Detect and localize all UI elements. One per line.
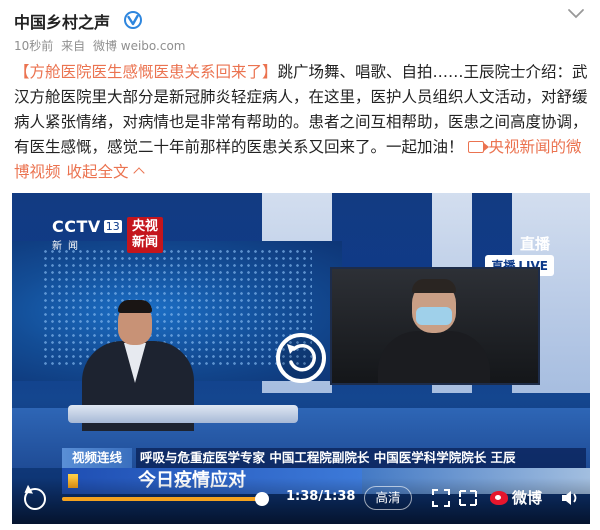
user-name[interactable]: 中国乡村之声 [14, 9, 110, 33]
expert-figure [378, 331, 490, 383]
expert-hair [412, 279, 456, 293]
video-link-tag: 视频连线 [62, 448, 132, 468]
weibo-logo-icon [490, 491, 508, 505]
chevron-up-icon [132, 167, 145, 179]
replay-small-button[interactable] [24, 488, 46, 510]
progress-fill [62, 497, 262, 501]
anchor-desk [68, 405, 298, 423]
volume-icon[interactable] [560, 489, 580, 507]
live-label: 直播 [519, 235, 550, 253]
verified-icon [124, 11, 142, 29]
weibo-logo: 微博 [490, 486, 542, 510]
weibo-brand: 微博 [512, 489, 543, 507]
post-text: 【方舱医院医生感慨医患关系回来了】跳广场舞、唱歌、自拍……王辰院士介绍：武汉方舱… [14, 60, 588, 185]
post-header: 中国乡村之声 10秒前 来自 微博 weibo.com [14, 6, 586, 58]
quality-button[interactable]: 高清 [364, 486, 412, 510]
face-mask [416, 307, 452, 325]
post-from-label: 来自 [61, 39, 86, 53]
channel-number: 13 [103, 220, 122, 233]
collapse-label: 收起全文 [66, 163, 129, 181]
video-control-bar: 1:38/1:38 高清 微博 [12, 478, 590, 524]
post-time[interactable]: 10秒前 [14, 39, 53, 53]
video-player[interactable]: CCTV 13 新闻 央视 新闻 直播 直播 LIVE 视频连线 呼吸与危重症医学专… [12, 193, 590, 524]
fullscreen-icon[interactable] [432, 489, 450, 507]
badge-line2: 新闻 [131, 235, 158, 250]
replay-button[interactable] [276, 333, 326, 383]
cctv-text: CCTV [52, 217, 101, 236]
collapse-button[interactable]: 收起全文 [66, 163, 145, 181]
anchor-hair [118, 300, 152, 313]
post-title-tag[interactable]: 【方舱医院医生感慨医患关系回来了】 [14, 63, 278, 81]
cctv-logo: CCTV 13 新闻 [52, 217, 124, 252]
yangshi-news-badge: 央视 新闻 [127, 217, 163, 253]
time-display: 1:38/1:38 [286, 489, 356, 504]
video-camera-icon [468, 141, 490, 153]
post-meta: 10秒前 来自 微博 weibo.com [14, 37, 190, 54]
remote-screen [330, 267, 540, 385]
replay-icon [287, 344, 316, 372]
post-source[interactable]: 微博 weibo.com [93, 39, 186, 53]
channel-sub: 新闻 [52, 241, 84, 252]
pip-icon[interactable] [458, 489, 478, 507]
expert-caption: 呼吸与危重症医学专家 中国工程院副院长 中国医学科学院院长 王辰 [136, 448, 586, 468]
progress-track[interactable] [62, 492, 269, 506]
progress-knob[interactable] [255, 492, 269, 506]
badge-line1: 央视 [131, 219, 158, 234]
more-icon[interactable] [566, 6, 586, 22]
